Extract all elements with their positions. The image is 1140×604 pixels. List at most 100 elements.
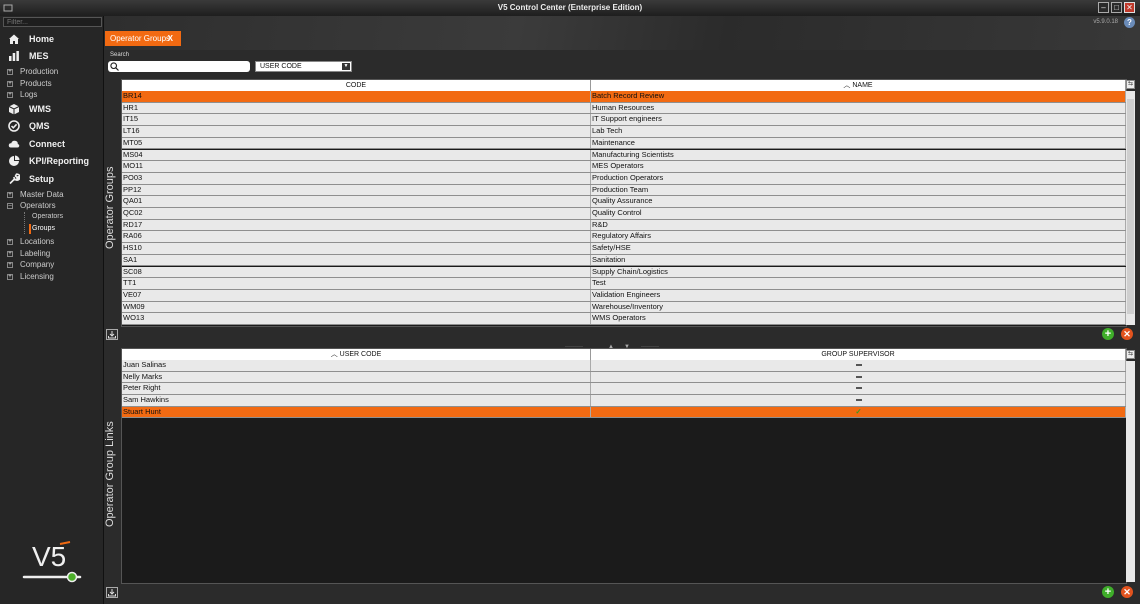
sort-ascending-icon: ︿ [330, 351, 340, 358]
operator-groups-scrollbar[interactable] [1126, 91, 1135, 325]
nav-company-label: Company [20, 260, 55, 269]
table-row[interactable]: SC08 Supply Chain/Logistics [122, 266, 1126, 279]
filter-input[interactable] [3, 17, 102, 27]
cell-name: Quality Control [591, 208, 1126, 219]
cell-name: R&D [591, 219, 1126, 231]
operator-group-links-table[interactable]: ︿ USER CODE GROUP SUPERVISOR Juan Salina… [121, 348, 1127, 584]
add-group-button[interactable]: + [1102, 328, 1114, 340]
cell-code: RA06 [122, 231, 591, 243]
nav-connect[interactable]: Connect [8, 136, 65, 152]
nav-master-data[interactable]: + Master Data [7, 189, 64, 200]
cell-group-supervisor[interactable] [591, 395, 1126, 406]
title-bar: V5 Control Center (Enterprise Edition) –… [0, 0, 1140, 17]
tab-operator-groups[interactable]: Operator Groups X [105, 31, 181, 46]
table-row[interactable]: BR14 Batch Record Review [122, 91, 1126, 103]
nav-company[interactable]: + Company [7, 259, 54, 270]
nav-qms-label: QMS [29, 121, 50, 131]
delete-group-button[interactable]: ✕ [1121, 328, 1133, 340]
operator-group-links-scrollbar[interactable] [1126, 361, 1135, 582]
table-row[interactable]: TT1 Test [122, 278, 1126, 290]
table-row[interactable]: RD17 R&D [122, 219, 1126, 232]
expand-icon: + [7, 68, 13, 75]
table-row[interactable]: Juan Salinas [122, 360, 1126, 372]
add-link-button[interactable]: + [1102, 586, 1114, 598]
table-row[interactable]: PP12 Production Team [122, 184, 1126, 197]
column-header-group-supervisor[interactable]: GROUP SUPERVISOR [591, 349, 1126, 360]
expand-icon: + [7, 80, 13, 87]
table-row[interactable]: HR1 Human Resources [122, 102, 1126, 115]
help-icon[interactable]: ? [1124, 17, 1135, 28]
table-row[interactable]: PO03 Production Operators [122, 172, 1126, 185]
cell-code: WM09 [122, 301, 591, 313]
nav-production-label: Production [20, 67, 59, 76]
delete-link-button[interactable]: ✕ [1121, 586, 1133, 598]
minimize-button[interactable]: – [1098, 2, 1109, 13]
cell-user-code: Sam Hawkins [122, 395, 591, 406]
window-title: V5 Control Center (Enterprise Edition) [497, 3, 643, 12]
nav-setup[interactable]: Setup [8, 171, 54, 187]
cell-code: PO03 [122, 172, 591, 184]
table-row[interactable]: QC02 Quality Control [122, 208, 1126, 220]
column-header-user-code[interactable]: ︿ USER CODE [122, 349, 591, 360]
search-field-select[interactable]: USER CODE ▼ [255, 61, 352, 72]
cell-group-supervisor[interactable] [591, 360, 1126, 371]
cell-group-supervisor[interactable] [591, 371, 1126, 383]
cell-group-supervisor[interactable] [591, 383, 1126, 395]
export-button-groups[interactable] [106, 329, 118, 340]
table-row[interactable]: VE07 Validation Engineers [122, 289, 1126, 302]
cell-code: HR1 [122, 102, 591, 114]
cell-code: BR14 [122, 91, 591, 102]
export-button-links[interactable] [106, 587, 118, 598]
table-row[interactable]: SA1 Sanitation [122, 254, 1126, 267]
table-row[interactable]: HS10 Safety/HSE [122, 243, 1126, 255]
column-chooser-icon[interactable]: ⇆ [1126, 350, 1135, 359]
nav-operators-operators[interactable]: Operators [32, 213, 63, 220]
table-row[interactable]: Nelly Marks [122, 371, 1126, 384]
expand-icon: + [7, 91, 13, 98]
table-row[interactable]: MT05 Maintenance [122, 137, 1126, 150]
nav-master-data-label: Master Data [20, 190, 64, 199]
table-row[interactable]: MS04 Manufacturing Scientists [122, 149, 1126, 162]
check-icon: ✓ [855, 406, 862, 416]
nav-products[interactable]: + Products [7, 78, 52, 89]
cell-code: QA01 [122, 196, 591, 207]
nav-labeling[interactable]: + Labeling [7, 248, 50, 259]
nav-home[interactable]: Home [8, 31, 54, 47]
download-icon [108, 331, 116, 339]
table-row[interactable]: Stuart Hunt ✓ [122, 406, 1126, 419]
column-header-name[interactable]: ︿ NAME [591, 80, 1126, 91]
table-row[interactable]: IT15 IT Support engineers [122, 114, 1126, 127]
table-row[interactable]: RA06 Regulatory Affairs [122, 231, 1126, 244]
active-marker [29, 224, 31, 234]
table-row[interactable]: MO11 MES Operators [122, 161, 1126, 173]
nav-locations[interactable]: + Locations [7, 236, 54, 247]
nav-operators[interactable]: – Operators [7, 200, 56, 211]
table-row[interactable]: Sam Hawkins [122, 395, 1126, 407]
search-input[interactable] [108, 61, 250, 72]
maximize-button[interactable]: □ [1111, 2, 1122, 13]
table-row[interactable]: WO13 WMS Operators [122, 313, 1126, 325]
cell-name: WMS Operators [591, 313, 1126, 324]
nav-licensing[interactable]: + Licensing [7, 271, 54, 282]
nav-production[interactable]: + Production [7, 66, 58, 77]
cell-name: Production Team [591, 184, 1126, 196]
nav-logs[interactable]: + Logs [7, 89, 37, 100]
tab-close-icon[interactable]: X [168, 31, 173, 46]
table-row[interactable]: WM09 Warehouse/Inventory [122, 301, 1126, 314]
cell-name: Sanitation [591, 254, 1126, 266]
operator-groups-table[interactable]: CODE ︿ NAME BR14 Batch Record Review HR1 Hu… [121, 79, 1127, 327]
nav-wms[interactable]: WMS [8, 101, 51, 117]
nav-mes[interactable]: MES [8, 48, 49, 64]
table-row[interactable]: Peter Right [122, 383, 1126, 396]
nav-operators-groups[interactable]: Groups [32, 225, 55, 232]
table-row[interactable]: QA01 Quality Assurance [122, 196, 1126, 208]
nav-kpi-reporting[interactable]: KPI/Reporting [8, 153, 89, 169]
nav-qms[interactable]: QMS [8, 118, 50, 134]
scrollbar-thumb[interactable] [1127, 99, 1134, 314]
column-chooser-icon[interactable]: ⇆ [1126, 80, 1135, 89]
cell-group-supervisor[interactable]: ✓ [591, 406, 1126, 418]
close-window-button[interactable]: ✕ [1124, 2, 1135, 13]
table-row[interactable]: LT16 Lab Tech [122, 126, 1126, 138]
column-header-code[interactable]: CODE [122, 80, 591, 91]
cell-name: Test [591, 278, 1126, 289]
